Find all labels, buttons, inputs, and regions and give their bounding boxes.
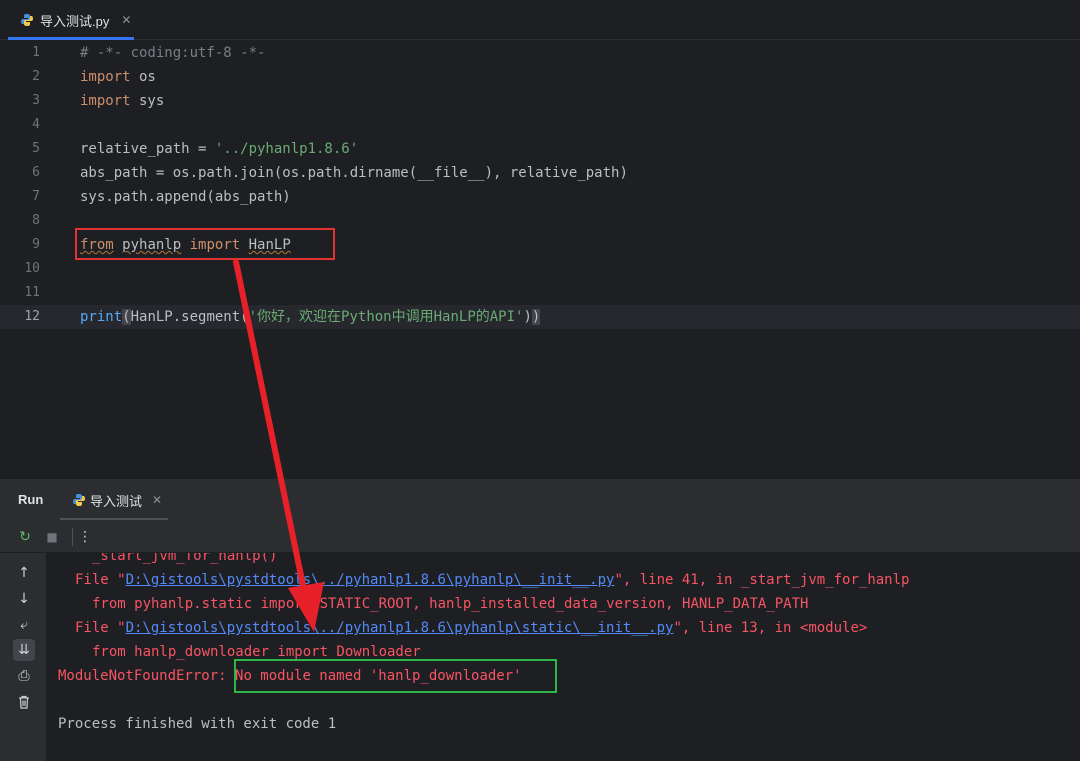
line-number: 11 xyxy=(24,285,40,300)
code-token: '../pyhanlp1.8.6' xyxy=(214,141,359,157)
code-token: ( xyxy=(122,309,131,325)
more-options-icon[interactable]: ⋮ xyxy=(74,526,96,548)
console-text: from hanlp_downloader import Downloader xyxy=(92,644,421,660)
console-line: Process finished with exit code 1 xyxy=(58,712,336,736)
line-number: 9 xyxy=(32,237,40,252)
code-text: abs_path = os.path.join(os.path.dirname(… xyxy=(80,161,628,185)
console-line: from pyhanlp.static import STATIC_ROOT, … xyxy=(92,592,808,616)
code-text: print(HanLP.segment('你好，欢迎在Python中调用HanL… xyxy=(80,305,541,329)
code-line[interactable]: 7 sys.path.append(abs_path) xyxy=(0,185,1080,209)
code-line[interactable]: 1 # -*- coding:utf-8 -*- xyxy=(0,41,1080,65)
line-number: 3 xyxy=(32,93,40,108)
code-text: # -*- coding:utf-8 -*- xyxy=(80,41,265,65)
line-number: 4 xyxy=(32,117,40,132)
console-line: File "D:\gistools\pystdtools\../pyhanlp1… xyxy=(75,616,867,640)
console-side-toolbar: ↑ ↓ ⤶ ⇊ ⎙ xyxy=(0,553,46,761)
line-number: 12 xyxy=(24,309,40,324)
error-message-highlight-box xyxy=(234,659,557,693)
code-token: sys.path.append(abs_path) xyxy=(80,189,291,205)
down-arrow-icon[interactable]: ↓ xyxy=(13,588,35,610)
line-number: 7 xyxy=(32,189,40,204)
code-token: '你好，欢迎在Python中调用HanLP的API' xyxy=(248,309,524,325)
line-number: 1 xyxy=(32,45,40,60)
code-line[interactable]: 5 relative_path = '../pyhanlp1.8.6' xyxy=(0,137,1080,161)
code-line[interactable]: 12 print(HanLP.segment('你好，欢迎在Python中调用Ha… xyxy=(0,305,1080,329)
scroll-to-end-icon[interactable]: ⇊ xyxy=(13,639,35,661)
editor-tab-bar: 导入测试.py ✕ xyxy=(0,0,1080,40)
line-number: 10 xyxy=(24,261,40,276)
code-text: import sys xyxy=(80,89,164,113)
code-token: abs_path = os.path.join(os.path.dirname(… xyxy=(80,165,628,181)
import-line-highlight-box xyxy=(75,228,335,260)
console-text: from pyhanlp.static import STATIC_ROOT, … xyxy=(92,596,809,612)
code-text: relative_path = '../pyhanlp1.8.6' xyxy=(80,137,358,161)
close-icon[interactable]: ✕ xyxy=(121,13,131,27)
stop-icon[interactable]: ■ xyxy=(41,526,63,548)
code-token: import xyxy=(80,93,131,109)
console-text: File " xyxy=(75,620,126,636)
run-tool-window-header: Run 导入测试 ✕ xyxy=(0,478,1080,521)
code-line[interactable]: 4 xyxy=(0,113,1080,137)
console-text: File " xyxy=(75,572,126,588)
console-line: File "D:\gistools\pystdtools\../pyhanlp1… xyxy=(75,568,909,592)
editor-tab-label: 导入测试.py xyxy=(40,13,110,29)
toolbar-divider xyxy=(72,528,73,546)
line-number: 2 xyxy=(32,69,40,84)
soft-wrap-icon[interactable]: ⤶ xyxy=(13,614,35,636)
print-icon[interactable]: ⎙ xyxy=(13,665,35,687)
code-line[interactable]: 2 import os xyxy=(0,65,1080,89)
code-token: sys xyxy=(130,93,165,109)
console-text: ", line 41, in _start_jvm_for_hanlp xyxy=(614,572,910,588)
run-window-title: Run xyxy=(18,492,44,507)
code-line[interactable]: 11 xyxy=(0,281,1080,305)
file-path-link[interactable]: D:\gistools\pystdtools\../pyhanlp1.8.6\p… xyxy=(126,572,615,588)
console-text: ModuleNotFoundError: xyxy=(58,668,236,684)
code-text: sys.path.append(abs_path) xyxy=(80,185,291,209)
code-token: import xyxy=(80,69,131,85)
run-tab-label: 导入测试 xyxy=(90,493,143,509)
trash-icon[interactable] xyxy=(13,691,35,713)
run-console-output[interactable]: _start_jvm_for_hanlp() File "D:\gistools\… xyxy=(46,553,1080,761)
file-path-link[interactable]: D:\gistools\pystdtools\../pyhanlp1.8.6\p… xyxy=(126,620,674,636)
run-config-tab[interactable]: 导入测试 ✕ xyxy=(60,479,168,521)
console-text: _start_jvm_for_hanlp() xyxy=(92,553,278,564)
line-number: 5 xyxy=(32,141,40,156)
code-token: ) xyxy=(523,309,532,325)
up-arrow-icon[interactable]: ↑ xyxy=(13,562,35,584)
code-token: os xyxy=(130,69,156,85)
run-toolbar: ↻ ■ ⋮ xyxy=(0,520,1080,553)
editor-tab[interactable]: 导入测试.py ✕ xyxy=(8,0,134,40)
python-file-icon xyxy=(73,494,85,506)
code-token: HanLP.segment( xyxy=(130,309,249,325)
code-line[interactable]: 6 abs_path = os.path.join(os.path.dirname… xyxy=(0,161,1080,185)
rerun-icon[interactable]: ↻ xyxy=(14,526,36,548)
close-icon[interactable]: ✕ xyxy=(152,493,162,507)
console-text: ", line 13, in <module> xyxy=(673,620,868,636)
code-line[interactable]: 10 xyxy=(0,257,1080,281)
code-text: import os xyxy=(80,65,156,89)
active-tab-indicator xyxy=(8,37,134,40)
code-token: # -*- coding:utf-8 -*- xyxy=(80,45,266,61)
line-number: 8 xyxy=(32,213,40,228)
trash-icon-glyph xyxy=(19,695,29,709)
line-number: 6 xyxy=(32,165,40,180)
code-line[interactable]: 3 import sys xyxy=(0,89,1080,113)
console-text: Process finished with exit code 1 xyxy=(58,716,337,732)
console-line: _start_jvm_for_hanlp() xyxy=(92,553,277,568)
python-file-icon xyxy=(21,14,33,26)
code-token: ) xyxy=(531,309,541,325)
code-token: print xyxy=(80,309,123,325)
code-token: relative_path = xyxy=(80,141,215,157)
